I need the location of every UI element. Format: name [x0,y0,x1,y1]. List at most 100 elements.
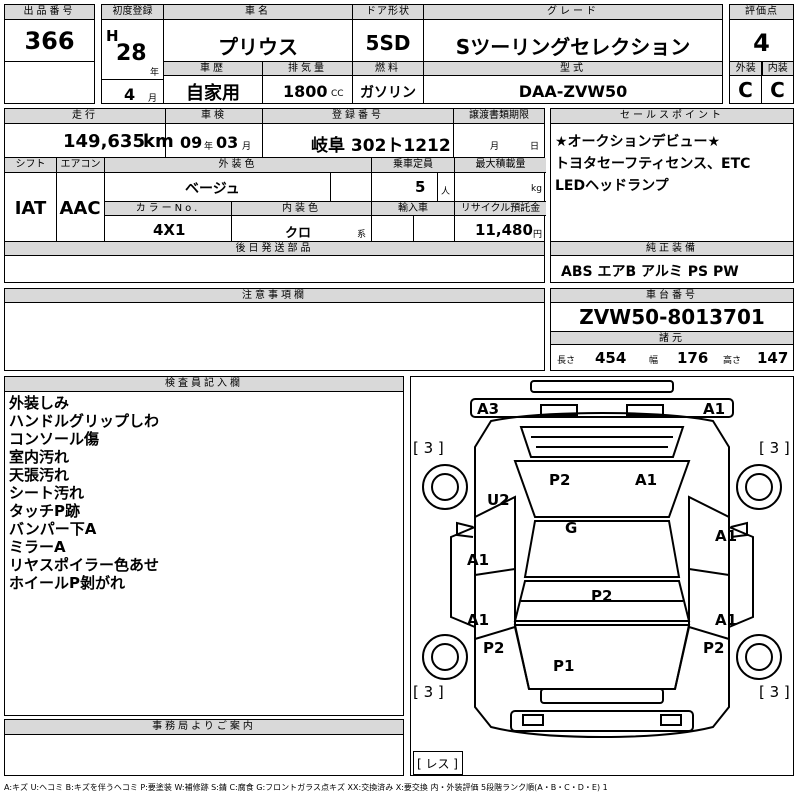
displacement-box: 排気量 1800 CC [262,61,353,104]
note-line: バンパー下A [9,520,97,538]
office-header: 事務局よりご案内 [5,720,403,735]
inspection-box: 車検 09 年 03 月 [165,108,263,158]
sales-point-line: トヨタセーフティセンス、ETC [555,156,751,172]
interior-grade-value: C [770,78,785,102]
chassis-box: 車台番号 ZVW50-8013701 諸元 長さ 454 幅 176 高さ 14… [550,288,794,371]
mileage-header: 走行 [5,109,165,124]
ext-color-header: 外装色 [104,158,371,173]
chassis-value: ZVW50-8013701 [579,305,765,329]
equipment-box: 純正装備 ABS エアB アルミ PS PW [550,241,794,283]
width-value: 176 [677,349,709,367]
fuel-box: 燃料 ガソリン [352,61,424,104]
dmg-p2-bottom-right: P2 [703,639,725,657]
shift-value: IAT [14,198,47,219]
sales-point-line: ★オークションデビュー★ [555,134,721,150]
dmg-a1-bottom-right: A1 [715,611,738,629]
history-header: 車歴 [164,62,262,76]
int-color-header: 内装色 [232,202,371,216]
grade-header: グレード [424,5,722,20]
exterior-grade-header: 外装 [730,62,762,76]
dmg-a1-top: A1 [635,471,658,489]
inspector-header: 検査員記入欄 [5,377,403,392]
color-no-header: カラーNo. [105,202,231,216]
note-line: ハンドルグリップしわ [9,412,160,430]
note-line: 天張汚れ [9,466,70,484]
note-line: コンソール傷 [9,430,100,448]
plate-box: 登録番号 岐阜 302ト1212 [262,108,454,158]
chassis-header: 車台番号 [551,289,793,303]
sales-point-line: LEDヘッドランプ [555,178,669,194]
aircon-value: AAC [59,198,101,219]
displacement-header: 排気量 [263,62,352,76]
mileage-box: 走行 149,635 km [4,108,174,158]
model-box: 型式 DAA-ZVW50 [423,61,723,104]
height-label: 高さ [723,356,742,366]
int-color-unit: 系 [357,230,367,240]
recycle-unit: 円 [533,230,543,240]
lot-no-box: 出品番号 366 [4,4,95,62]
capacity-header: 乗車定員 [371,158,454,173]
note-line: ホイールP剝がれ [9,574,125,592]
car-diagram-box: A3 A1 [ 3 ] [ 3 ] P2 A1 U2 G A1 A1 P2 A1… [410,376,794,776]
tire-rear-left: [ 3 ] [413,683,444,701]
first-reg-box: 初度登録 H 28 年 4 月 [101,4,164,104]
caution-header: 注意事項欄 [5,289,544,303]
equipment-header: 純正装備 [551,242,793,256]
grade-box: グレード Sツーリングセレクション [423,4,723,62]
dmg-p2-mid: P2 [591,587,613,605]
inspection-month-unit: 月 [242,142,252,152]
car-diagram [422,380,782,739]
load-header: 最大積載量 [454,158,546,173]
first-reg-year: 28 [116,41,147,66]
note-line: タッチP跡 [9,502,80,520]
width-label: 幅 [649,356,659,366]
grade-value: Sツーリングセレクション [455,35,691,59]
note-line: 外装しみ [9,394,70,412]
caution-box: 注意事項欄 [4,288,545,371]
score-value: 4 [753,29,770,57]
import-header: 輸入車 [372,202,454,216]
later-parts-header: 後日発送部品 [5,242,544,256]
office-box: 事務局よりご案内 [4,719,404,776]
car-name-value: プリウス [218,35,298,59]
transfer-month: 月 [490,142,500,152]
car-name-box: 車名 プリウス [163,4,353,62]
dmg-a1-top-right: A1 [703,400,726,418]
exterior-grade-value: C [738,78,753,102]
fuel-header: 燃料 [353,62,423,76]
transfer-header: 譲渡書類期限 [454,109,544,124]
dmg-u2: U2 [487,491,510,509]
door-value: 5SD [365,31,411,55]
tire-front-left: [ 3 ] [413,439,444,457]
displacement-value: 1800 [283,82,328,101]
plate-header: 登録番号 [263,109,453,124]
dmg-a1-mid-right: A1 [715,527,738,545]
capacity-value: 5 [415,178,426,196]
dmg-p1: P1 [553,657,575,675]
dmg-a1-mid-left: A1 [467,551,490,569]
equipment-value: ABS エアB アルミ PS PW [561,264,739,280]
history-value: 自家用 [186,83,240,104]
sales-point-header: セールスポイント [551,109,793,124]
aircon-header: エアコン [56,158,104,173]
length-value: 454 [595,349,627,367]
tire-front-right: [ 3 ] [759,439,790,457]
score-box: 評価点 4 [729,4,794,62]
note-line: シート汚れ [9,484,85,502]
dmg-a3: A3 [477,400,500,418]
door-header: ドア形状 [353,5,423,20]
length-label: 長さ [557,356,576,366]
fuel-value: ガソリン [360,85,416,101]
inspection-month: 03 [216,133,239,152]
inspector-notes: 外装しみ ハンドルグリップしわ コンソール傷 室内汚れ 天張汚れ シート汚れ タ… [9,394,159,592]
score-header: 評価点 [730,5,793,20]
color-no-value: 4X1 [153,221,186,239]
legend: A:キズ U:ヘコミ B:キズを伴うヘコミ P:要塗装 W:補修跡 S:錆 C:… [4,783,608,792]
transfer-day: 日 [530,142,540,152]
model-value: DAA-ZVW50 [518,82,628,101]
first-reg-header: 初度登録 [102,5,163,20]
lot-no-value: 366 [24,27,75,55]
shift-header: シフト [5,158,56,173]
model-header: 型式 [424,62,722,76]
height-value: 147 [757,349,789,367]
